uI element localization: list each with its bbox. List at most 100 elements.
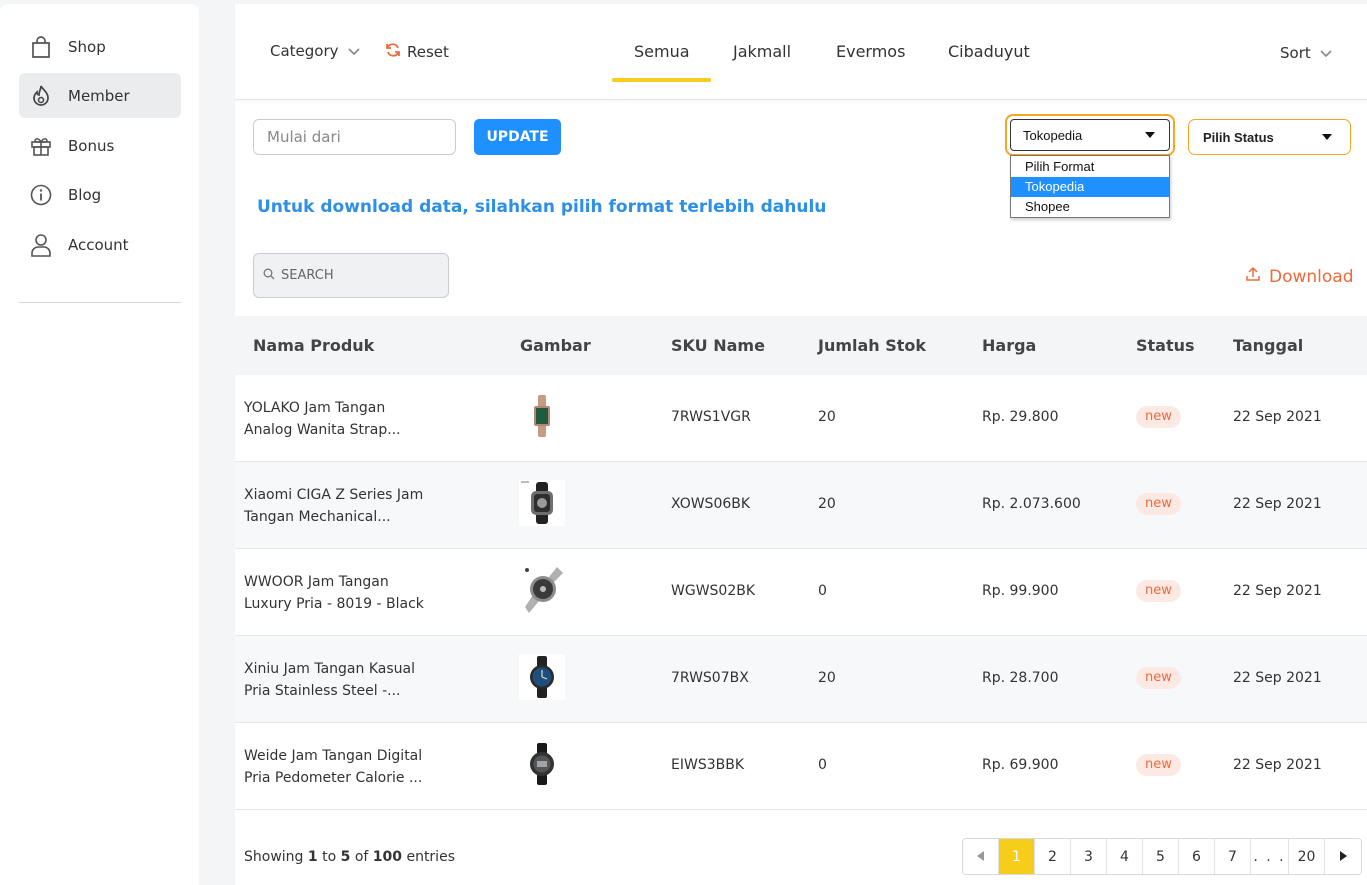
caret-left-icon <box>976 849 985 865</box>
download-label: Download <box>1269 266 1354 287</box>
table-row[interactable]: Weide Jam Tangan Digital Pria Pedometer C… <box>235 723 1367 810</box>
date-cell: 22 Sep 2021 <box>1233 670 1322 686</box>
header-gambar[interactable]: Gambar <box>520 336 591 355</box>
download-info-message: Untuk download data, silahkan pilih form… <box>257 197 827 217</box>
header-tanggal[interactable]: Tanggal <box>1233 336 1303 355</box>
product-image[interactable] <box>519 741 565 787</box>
prev-page-button[interactable] <box>963 839 999 874</box>
page-button-4[interactable]: 4 <box>1107 839 1143 874</box>
page-button-1[interactable]: 1 <box>999 839 1035 874</box>
filter-topbar: Category Reset Semua Jakmall Evermos Cib… <box>235 4 1367 100</box>
sidebar-item-label: Blog <box>68 185 102 204</box>
showing-to: 5 <box>340 849 351 865</box>
price-cell: Rp. 28.700 <box>982 670 1059 686</box>
sku-cell: 7RWS1VGR <box>671 409 751 425</box>
page-button-2[interactable]: 2 <box>1035 839 1071 874</box>
pagination: 1 2 3 4 5 6 7 . . . 20 <box>962 838 1362 875</box>
sort-dropdown[interactable]: Sort <box>1280 44 1332 62</box>
product-name-line1: WWOOR Jam Tangan <box>244 574 389 590</box>
header-jumlah-stok[interactable]: Jumlah Stok <box>818 336 926 355</box>
main-panel: Category Reset Semua Jakmall Evermos Cib… <box>235 4 1367 885</box>
caret-right-icon <box>1339 849 1347 865</box>
sidebar-item-bonus[interactable]: Bonus <box>19 123 181 168</box>
status-badge: new <box>1136 580 1181 602</box>
format-option-tokopedia[interactable]: Tokopedia <box>1011 177 1169 197</box>
download-button[interactable]: Download <box>1245 266 1354 287</box>
sidebar-item-member[interactable]: Member <box>19 73 181 118</box>
stock-cell: 20 <box>818 670 836 686</box>
product-image[interactable] <box>519 654 565 700</box>
category-label: Category <box>270 42 339 60</box>
price-cell: Rp. 2.073.600 <box>982 496 1081 512</box>
sidebar-item-blog[interactable]: Blog <box>19 172 181 217</box>
sidebar-item-label: Account <box>68 235 129 254</box>
showing-entries-text: Showing 1 to 5 of 100 entries <box>244 849 455 865</box>
reset-button[interactable]: Reset <box>385 42 449 62</box>
header-harga[interactable]: Harga <box>982 336 1036 355</box>
product-image[interactable] <box>519 480 565 526</box>
header-sku-name[interactable]: SKU Name <box>671 336 765 355</box>
tab-jakmall[interactable]: Jakmall <box>733 42 791 61</box>
product-name: Xiniu Jam Tangan Kasual Pria Stainless St… <box>244 658 444 702</box>
stock-cell: 0 <box>818 583 827 599</box>
status-badge: new <box>1136 667 1181 689</box>
tab-semua[interactable]: Semua <box>634 42 690 61</box>
showing-to-word: to <box>322 849 337 865</box>
sku-cell: 7RWS07BX <box>671 670 749 686</box>
chevron-down-icon <box>347 42 360 60</box>
sidebar-item-account[interactable]: Account <box>19 222 181 267</box>
active-tab-indicator <box>612 78 711 82</box>
category-dropdown[interactable]: Category <box>270 42 360 60</box>
table-row[interactable]: Xiniu Jam Tangan Kasual Pria Stainless St… <box>235 636 1367 723</box>
table-header: Nama Produk Gambar SKU Name Jumlah Stok … <box>235 316 1367 375</box>
upload-icon <box>1245 266 1261 287</box>
search-box[interactable] <box>253 253 449 298</box>
update-button[interactable]: UPDATE <box>474 119 561 155</box>
page-button-5[interactable]: 5 <box>1143 839 1179 874</box>
sidebar-divider <box>19 302 181 303</box>
sidebar-item-shop[interactable]: Shop <box>19 24 181 69</box>
start-date-input[interactable] <box>253 119 456 155</box>
next-page-button[interactable] <box>1325 839 1361 874</box>
format-select[interactable]: Tokopedia <box>1005 114 1175 156</box>
info-icon <box>29 183 53 207</box>
format-option-pilih-format[interactable]: Pilih Format <box>1011 157 1169 177</box>
table-row[interactable]: WWOOR Jam Tangan Luxury Pria - 8019 - Bla… <box>235 549 1367 636</box>
search-icon <box>263 267 275 285</box>
refresh-icon <box>385 42 401 62</box>
page-button-20[interactable]: 20 <box>1289 839 1325 874</box>
page-button-7[interactable]: 7 <box>1215 839 1251 874</box>
tab-cibaduyut[interactable]: Cibaduyut <box>948 42 1030 61</box>
header-nama-produk[interactable]: Nama Produk <box>253 336 374 355</box>
showing-total: 100 <box>372 849 402 865</box>
product-name: Weide Jam Tangan Digital Pria Pedometer C… <box>244 745 444 789</box>
status-selected-value: Pilih Status <box>1203 129 1274 145</box>
stock-cell: 0 <box>818 757 827 773</box>
shopping-bag-icon <box>29 35 53 59</box>
format-option-shopee[interactable]: Shopee <box>1011 197 1169 217</box>
product-name-line1: Weide Jam Tangan Digital <box>244 748 423 764</box>
status-select[interactable]: Pilih Status <box>1188 119 1351 155</box>
product-image[interactable] <box>519 567 565 613</box>
user-icon <box>29 233 53 257</box>
page-button-6[interactable]: 6 <box>1179 839 1215 874</box>
page-button-3[interactable]: 3 <box>1071 839 1107 874</box>
showing-entries-word: entries <box>406 849 455 865</box>
format-select-box[interactable]: Tokopedia <box>1010 119 1170 151</box>
page-ellipsis: . . . <box>1251 839 1289 874</box>
header-status[interactable]: Status <box>1136 336 1195 355</box>
caret-down-icon <box>1145 132 1155 138</box>
product-name-line2: Analog Wanita Strap... <box>244 422 401 438</box>
search-input[interactable] <box>281 268 431 283</box>
table-row[interactable]: YOLAKO Jam Tangan Analog Wanita Strap... … <box>235 375 1367 462</box>
sidebar-item-label: Member <box>68 86 130 105</box>
sku-cell: XOWS06BK <box>671 496 751 512</box>
table-row[interactable]: Xiaomi CIGA Z Series Jam Tangan Mechanica… <box>235 462 1367 549</box>
product-name: WWOOR Jam Tangan Luxury Pria - 8019 - Bla… <box>244 571 444 615</box>
product-image[interactable] <box>519 393 565 439</box>
sidebar-item-label: Shop <box>68 37 106 56</box>
date-cell: 22 Sep 2021 <box>1233 757 1322 773</box>
tab-evermos[interactable]: Evermos <box>836 42 905 61</box>
sku-cell: WGWS02BK <box>671 583 756 599</box>
showing-prefix: Showing <box>244 849 304 865</box>
